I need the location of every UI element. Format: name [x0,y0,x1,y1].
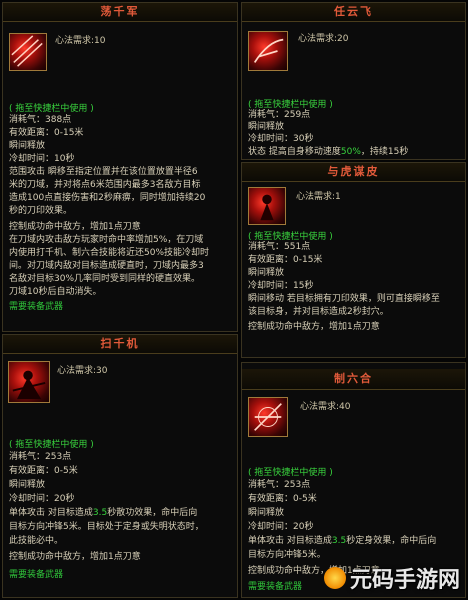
cast-line: 瞬间释放 [248,508,285,518]
watermark-logo-icon [323,567,346,589]
range-line: 有效距离：0-15米 [248,255,323,265]
range-line: 有效距离：0-5米 [9,466,78,476]
skill-title: 扫千机 [3,335,237,354]
weapon-requirement: 需要装备武器 [9,570,64,580]
desc-line: 秒的刀印效果。 [9,206,73,216]
skill-title: 制六合 [242,369,465,390]
mind-requirement: 心法需求:10 [55,36,106,46]
cast-line: 瞬间释放 [9,480,46,490]
desc-line: 控制成功命中敌方，增加1点刀意 [248,322,380,332]
mind-requirement: 心法需求:1 [296,192,341,202]
cost-line: 消耗气：253点 [248,480,311,490]
skill-icon[interactable] [248,397,288,437]
desc-line: 控制成功命中敌方，增加1点刀意 [9,222,141,232]
cooldown-line: 冷却时间：10秒 [9,154,75,164]
skill-icon[interactable] [248,31,288,71]
desc-line: 内使用打千机、制六合技能将近还50%技能冷却时 [9,248,210,258]
cooldown-line: 冷却时间：20秒 [9,494,75,504]
desc-line: 间。对刀域内敌对目标造成硬直时，刀域内最多3 [9,261,204,271]
cost-line: 消耗气：551点 [248,242,311,252]
desc-line: 米的刀域，并对将点6米范围内最多3名敌方目标 [9,180,201,190]
desc-line: 目标方向冲锋5米。 [248,550,326,560]
watermark-text: 元码手游网 [349,568,460,593]
skill-icon[interactable] [8,361,50,403]
desc-line: 造成100点直接伤害和2秒麻痹，同时增加持续20 [9,193,206,203]
mind-requirement: 心法需求:20 [298,34,349,44]
cost-line: 消耗气：388点 [9,115,72,125]
desc-line: 此技能必中。 [9,536,64,546]
skill-icon[interactable] [9,33,47,71]
weapon-requirement: 需要装备武器 [9,302,64,312]
range-line: 有效距离：0-5米 [248,494,317,504]
skill-panel-yuhumoupi: 与虎谋皮 心法需求:1 ( 拖至快捷栏中使用 ) 消耗气：551点 有效距离：0… [241,162,466,358]
skill-title: 荡千军 [3,3,237,22]
desc-line: 目标方向冲锋5米。目标处于定身或失明状态时， [9,522,204,532]
cooldown-line: 冷却时间：30秒 [248,134,314,144]
site-watermark: 元码手游网 [323,562,460,594]
desc-line: 刀域10秒后自动消失。 [9,287,102,297]
skill-icon[interactable] [248,187,286,225]
skill-panel-saoqianji: 扫千机 心法需求:30 ( 拖至快捷栏中使用 ) 消耗气：253点 有效距离：0… [2,334,238,598]
desc-line: 范围攻击 瞬移至指定位置并在该位置放置半径6 [9,167,198,177]
cost-line: 消耗气：259点 [248,110,311,120]
desc-line: 在刀域内攻击敌方玩家时命中率增加5%，在刀域 [9,235,204,245]
cast-line: 瞬间释放 [9,141,46,151]
desc-line: 控制成功命中敌方，增加1点刀意 [9,552,141,562]
skill-panel-renyunfei: 任云飞 心法需求:20 ( 拖至快捷栏中使用 ) 消耗气：259点 瞬间释放 冷… [241,2,466,160]
skill-panel-dangqianjun: 荡千军 心法需求:10 ( 拖至快捷栏中使用 ) 消耗气：388点 有效距离：0… [2,2,238,332]
drag-to-shortcut-hint: ( 拖至快捷栏中使用 ) [9,440,94,450]
desc-line: 该目标身，并对目标造成2秒封穴。 [248,307,389,317]
mind-requirement: 心法需求:30 [57,366,108,376]
desc-line: 名敌对目标30%几率同时受到同样的硬直效果。 [9,274,201,284]
skill-title: 任云飞 [242,3,465,22]
cooldown-line: 冷却时间：20秒 [248,522,314,532]
range-line: 有效距离：0-15米 [9,128,84,138]
desc-line: 单体攻击 对目标造成3.5秒散功效果，命中后向 [9,508,198,518]
skill-title: 与虎谋皮 [242,163,465,182]
desc-line: 瞬间移动 若目标拥有刀印效果，则可直接瞬移至 [248,294,440,304]
cast-line: 瞬间释放 [248,122,285,132]
mind-requirement: 心法需求:40 [300,402,351,412]
cooldown-line: 冷却时间：15秒 [248,281,314,291]
drag-to-shortcut-hint: ( 拖至快捷栏中使用 ) [9,104,94,114]
cast-line: 瞬间释放 [248,268,285,278]
cost-line: 消耗气：253点 [9,452,72,462]
status-line: 状态 提高自身移动速度50%，持续15秒 [248,147,409,157]
desc-line: 单体攻击 对目标造成3.5秒定身效果，命中后向 [248,536,437,546]
drag-to-shortcut-hint: ( 拖至快捷栏中使用 ) [248,468,333,478]
